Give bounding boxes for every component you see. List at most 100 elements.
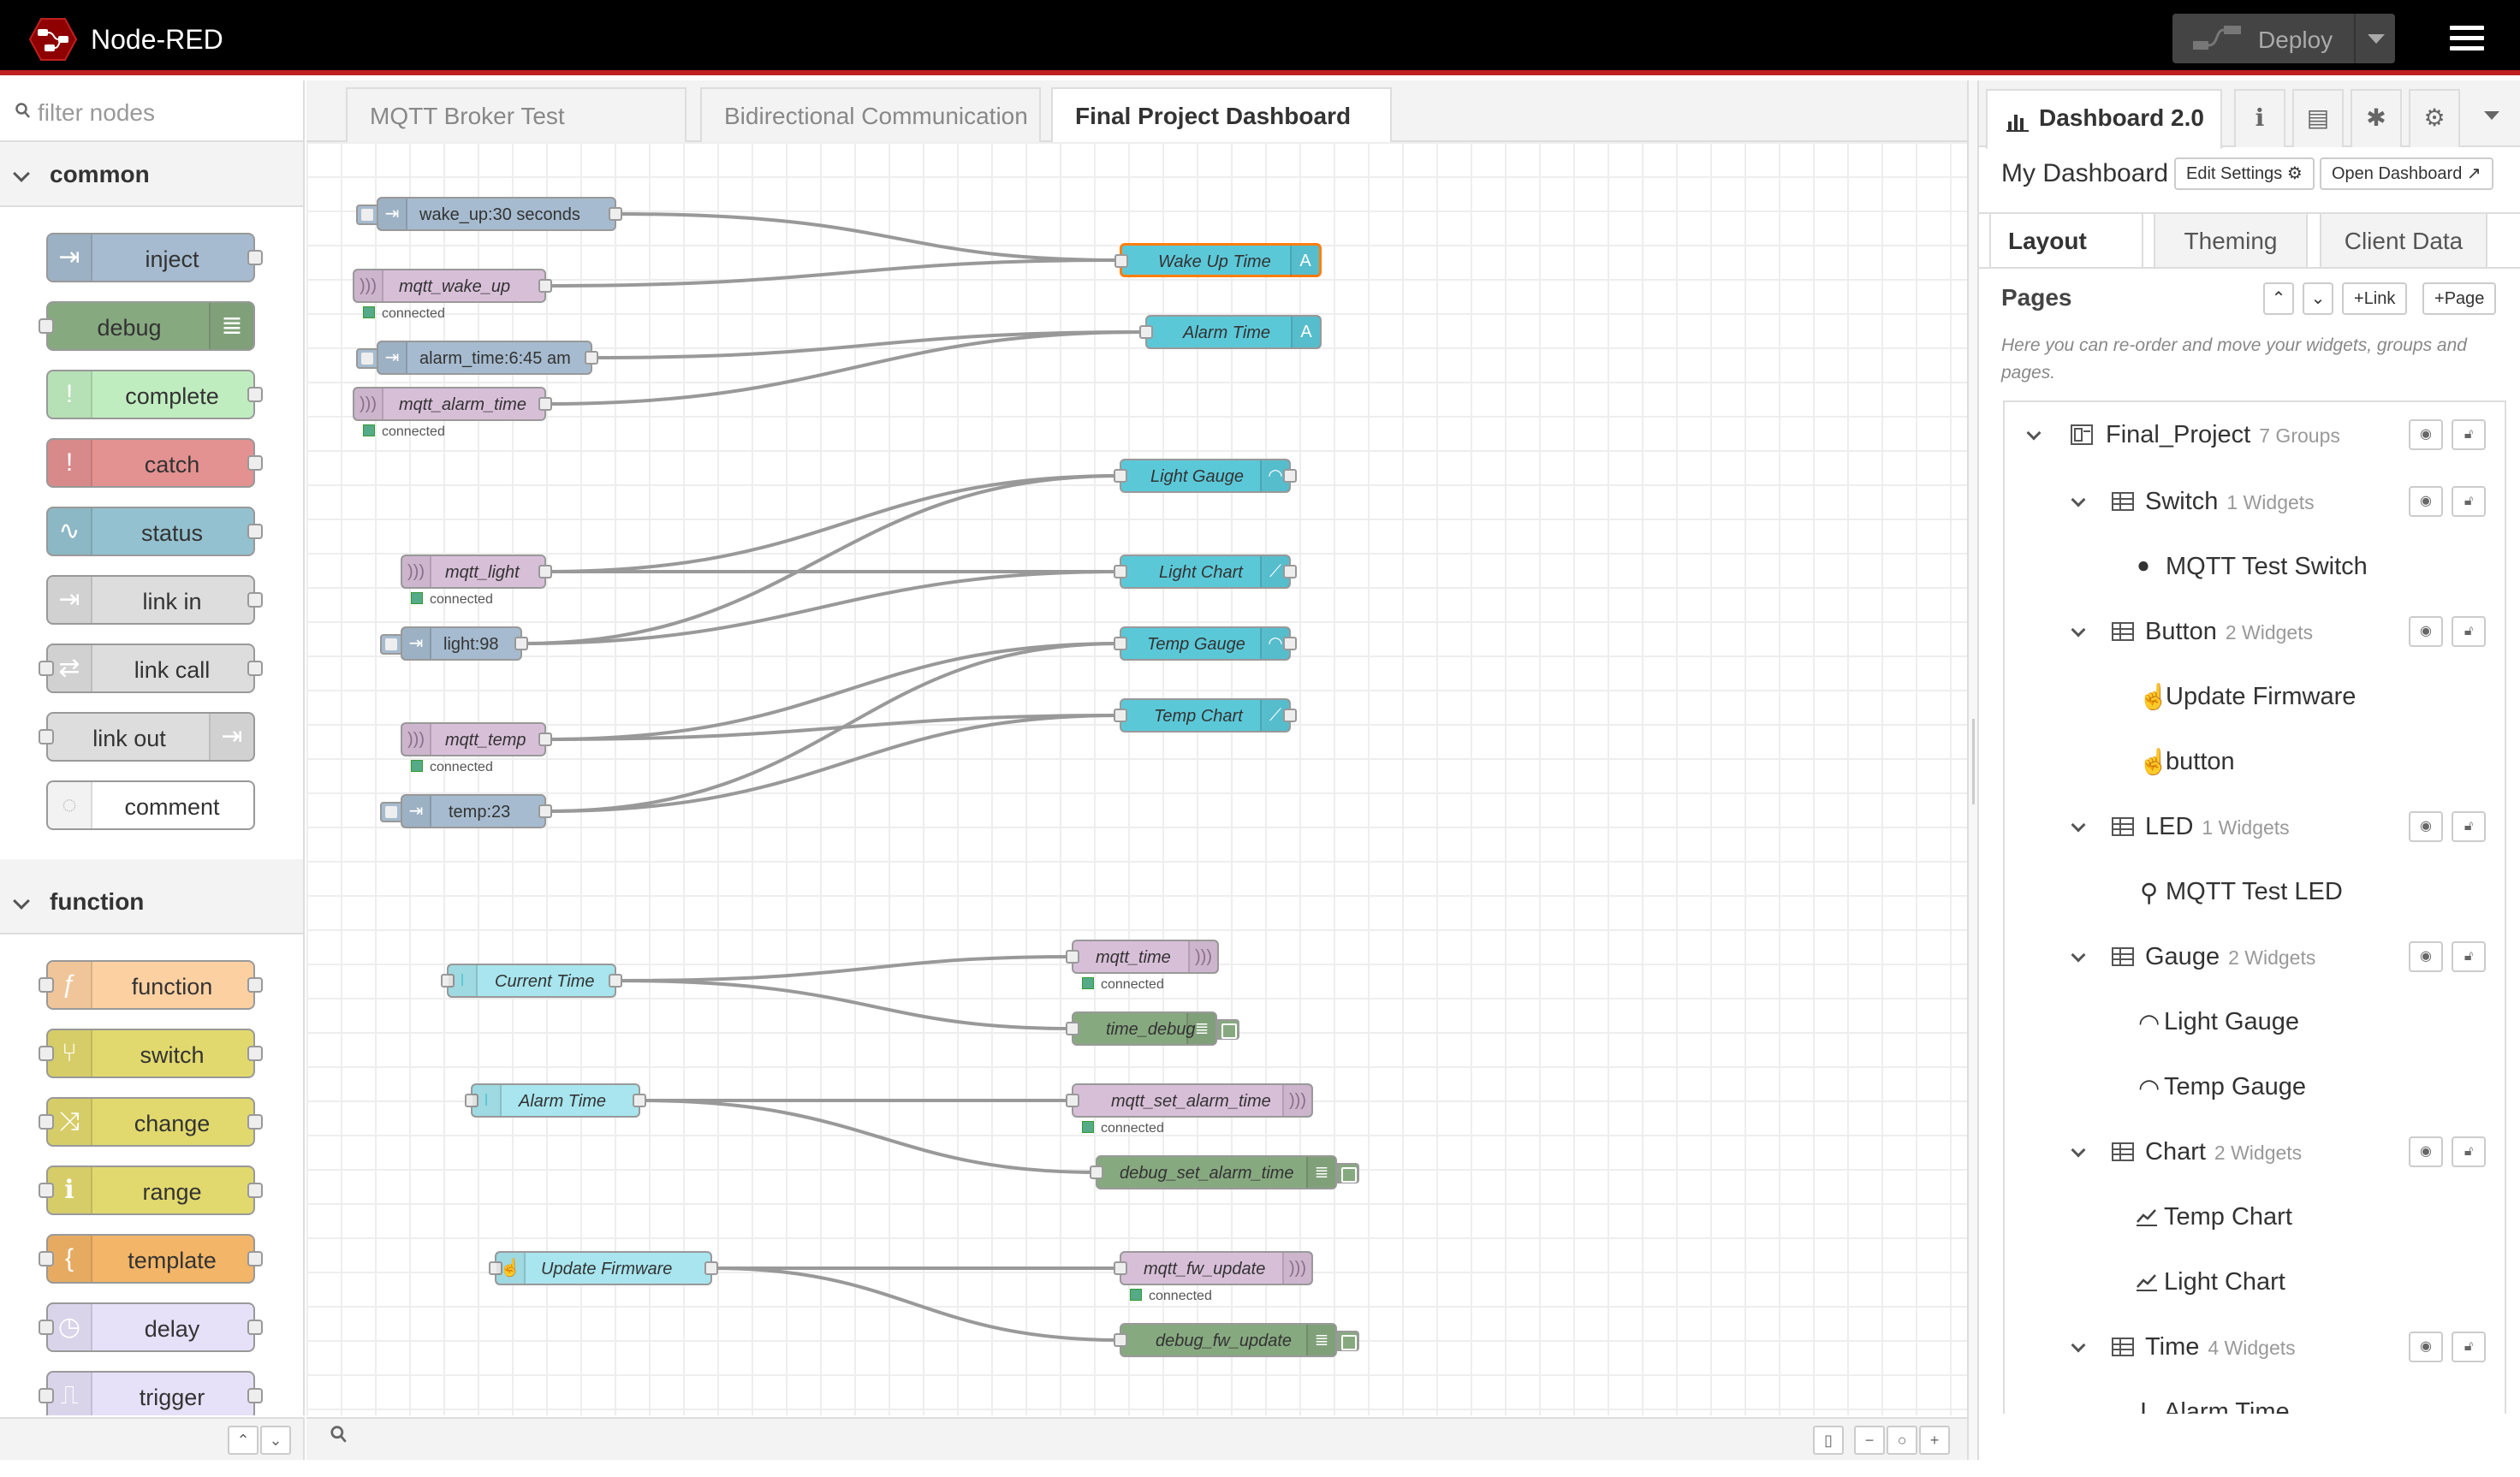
debug-toggle-button[interactable] (1217, 1019, 1239, 1040)
palette-node-template[interactable]: { template (39, 1234, 263, 1284)
debug-toggle-button[interactable] (1337, 1331, 1359, 1351)
collapse-all-icon[interactable]: ⌃ (228, 1426, 259, 1455)
tree-group-time[interactable]: Time 4 Widgets ◉ 🔓︎ (2005, 1314, 2505, 1379)
tree-widget-light-chart[interactable]: Light Chart (2005, 1249, 2505, 1314)
palette-node-complete[interactable]: ! complete (46, 370, 263, 419)
tab-mqtt-broker-test[interactable]: MQTT Broker Test (346, 87, 686, 142)
chevron-down-icon[interactable] (2071, 1142, 2086, 1158)
tree-widget-mqtt-test-switch[interactable]: ⏺ MQTT Test Switch (2005, 534, 2505, 599)
visibility-eye-icon[interactable]: ◉ (2409, 616, 2443, 647)
tree-group-chart[interactable]: Chart 2 Widgets ◉ 🔓︎ (2005, 1119, 2505, 1184)
tree-widget-temp-gauge[interactable]: ◠ Temp Gauge (2005, 1054, 2505, 1119)
edit-settings-button[interactable]: Edit Settings ⚙ (2174, 157, 2315, 190)
tree-widget-mqtt-test-led[interactable]: ⚲ MQTT Test LED (2005, 859, 2505, 924)
tree-group-gauge[interactable]: Gauge 2 Widgets ◉ 🔓︎ (2005, 924, 2505, 989)
palette-node-trigger[interactable]: ⎍ trigger (39, 1371, 263, 1415)
flow-node-ui-text-input-current-time[interactable]: I Current Time (441, 964, 622, 998)
flow-node-mqtt-in-alarm-time[interactable]: ))) mqtt_alarm_time (353, 387, 552, 421)
visibility-eye-icon[interactable]: ◉ (2409, 486, 2443, 517)
add-page-button[interactable]: +Page (2422, 282, 2497, 315)
flow-node-ui-gauge-light[interactable]: Light Gauge ◠ (1114, 459, 1297, 493)
tab-final-project-dashboard[interactable]: Final Project Dashboard (1051, 87, 1392, 144)
flow-node-mqtt-in-light[interactable]: ))) mqtt_light (401, 555, 552, 589)
visibility-eye-icon[interactable]: ◉ (2409, 941, 2443, 972)
tab-layout[interactable]: Layout (1989, 212, 2143, 269)
palette-node-change[interactable]: ⤨ change (39, 1097, 263, 1147)
flow-node-mqtt-in-temp[interactable]: ))) mqtt_temp (401, 722, 552, 756)
flow-node-ui-text-alarm-time[interactable]: Alarm Time A (1139, 315, 1322, 349)
tab-info-icon[interactable]: ℹ (2234, 89, 2285, 147)
tree-widget-update-firmware[interactable]: ☝ Update Firmware (2005, 664, 2505, 729)
flow-node-ui-text-input-alarm-time[interactable]: I Alarm Time (465, 1083, 646, 1118)
zoom-out-icon[interactable]: − (1854, 1426, 1885, 1455)
tab-theming[interactable]: Theming (2154, 212, 2308, 267)
navigator-map-icon[interactable]: ▯ (1813, 1426, 1844, 1455)
tab-bidirectional-communication[interactable]: Bidirectional Communication (700, 87, 1041, 142)
debug-toggle-button[interactable] (1337, 1163, 1359, 1183)
chevron-down-icon[interactable] (2071, 622, 2086, 638)
palette-search-input[interactable]: filter nodes (0, 80, 303, 142)
sidebar-splitter[interactable] (1967, 80, 1977, 1460)
palette-node-comment[interactable]: ◌ comment (46, 780, 255, 830)
flow-node-ui-text-wake-up-time[interactable]: Wake Up Time A (1114, 243, 1322, 277)
open-dashboard-button[interactable]: Open Dashboard ↗ (2320, 157, 2493, 190)
flow-node-mqtt-out-fw-update[interactable]: mqtt_fw_update ))) (1114, 1251, 1313, 1285)
chevron-down-icon[interactable] (2026, 425, 2042, 441)
deploy-menu-chevron-icon[interactable] (2368, 34, 2385, 44)
zoom-reset-icon[interactable]: ○ (1887, 1426, 1917, 1455)
palette-node-link-in[interactable]: ⇥ link in (46, 575, 263, 625)
chevron-down-icon[interactable] (2071, 817, 2086, 833)
palette-node-function[interactable]: ƒ function (39, 960, 263, 1010)
tab-config-gear-icon[interactable]: ⚙ (2409, 89, 2460, 147)
flow-node-ui-gauge-temp[interactable]: Temp Gauge ◠ (1114, 626, 1297, 661)
main-menu-hamburger-icon[interactable] (2450, 26, 2484, 51)
tab-dashboard-2[interactable]: Dashboard 2.0 (1986, 89, 2222, 149)
deploy-button[interactable]: Deploy (2172, 14, 2395, 63)
category-common-header[interactable]: common (0, 142, 303, 207)
visibility-eye-icon[interactable]: ◉ (2409, 1136, 2443, 1167)
lock-icon[interactable]: 🔓︎ (2452, 941, 2486, 972)
palette-node-link-call[interactable]: ⇄ link call (39, 644, 263, 693)
tree-widget-light-gauge[interactable]: ◠ Light Gauge (2005, 989, 2505, 1054)
search-flows-icon[interactable] (324, 1426, 354, 1455)
inject-trigger-button[interactable] (356, 348, 378, 369)
palette-node-link-out[interactable]: link out ⇥ (39, 712, 255, 762)
palette-node-range[interactable]: ℹ range (39, 1166, 263, 1215)
inject-trigger-button[interactable] (356, 205, 378, 225)
palette-node-delay[interactable]: ◷ delay (39, 1302, 263, 1352)
tree-widget-alarm-time[interactable]: I Alarm Time (2005, 1379, 2505, 1414)
chevron-down-icon[interactable] (2071, 492, 2086, 507)
lock-icon[interactable]: 🔓︎ (2452, 1332, 2486, 1362)
flow-node-ui-chart-temp[interactable]: Temp Chart ⟋ (1114, 698, 1297, 733)
tree-group-switch[interactable]: Switch 1 Widgets ◉ 🔓︎ (2005, 469, 2505, 534)
palette-node-inject[interactable]: ⇥ inject (46, 233, 263, 282)
visibility-eye-icon[interactable]: ◉ (2409, 419, 2443, 450)
visibility-eye-icon[interactable]: ◉ (2409, 811, 2443, 842)
lock-icon[interactable]: 🔓︎ (2452, 811, 2486, 842)
flow-node-debug-set-alarm-time[interactable]: debug_set_alarm_time ≣ (1090, 1155, 1359, 1189)
move-up-icon[interactable]: ⌃ (2263, 282, 2294, 315)
flow-node-mqtt-out-set-alarm-time[interactable]: mqtt_set_alarm_time ))) (1066, 1083, 1313, 1118)
tab-debug-bug-icon[interactable]: ✱ (2351, 89, 2402, 147)
chevron-down-icon[interactable] (2071, 947, 2086, 963)
inject-trigger-button[interactable] (380, 802, 402, 822)
add-link-button[interactable]: +Link (2342, 282, 2408, 315)
tab-help-book-icon[interactable]: ▤ (2292, 89, 2344, 147)
tab-client-data[interactable]: Client Data (2320, 212, 2487, 267)
flow-node-ui-button-update-firmware[interactable]: ☝ Update Firmware (489, 1251, 718, 1285)
tree-page-final-project[interactable]: Final_Project 7 Groups ◉ 🔓︎ (2005, 402, 2505, 467)
lock-icon[interactable]: 🔓︎ (2452, 419, 2486, 450)
flow-node-mqtt-in-wake-up[interactable]: ))) mqtt_wake_up (353, 269, 552, 303)
chevron-down-icon[interactable] (2071, 1338, 2086, 1353)
flow-canvas[interactable]: ⇥ wake_up:30 seconds ))) mqtt_wake_up co… (306, 142, 1967, 1415)
flow-node-mqtt-out-time[interactable]: mqtt_time ))) (1066, 940, 1219, 974)
flow-node-debug-fw-update[interactable]: debug_fw_update ≣ (1114, 1323, 1359, 1357)
lock-icon[interactable]: 🔓︎ (2452, 1136, 2486, 1167)
visibility-eye-icon[interactable]: ◉ (2409, 1332, 2443, 1362)
zoom-in-icon[interactable]: + (1919, 1426, 1950, 1455)
tree-widget-button[interactable]: ☝ button (2005, 729, 2505, 794)
tree-widget-temp-chart[interactable]: Temp Chart (2005, 1184, 2505, 1249)
flow-node-inject-alarm-time[interactable]: ⇥ alarm_time:6:45 am (356, 341, 598, 375)
lock-icon[interactable]: 🔓︎ (2452, 486, 2486, 517)
palette-node-catch[interactable]: ! catch (46, 438, 263, 488)
